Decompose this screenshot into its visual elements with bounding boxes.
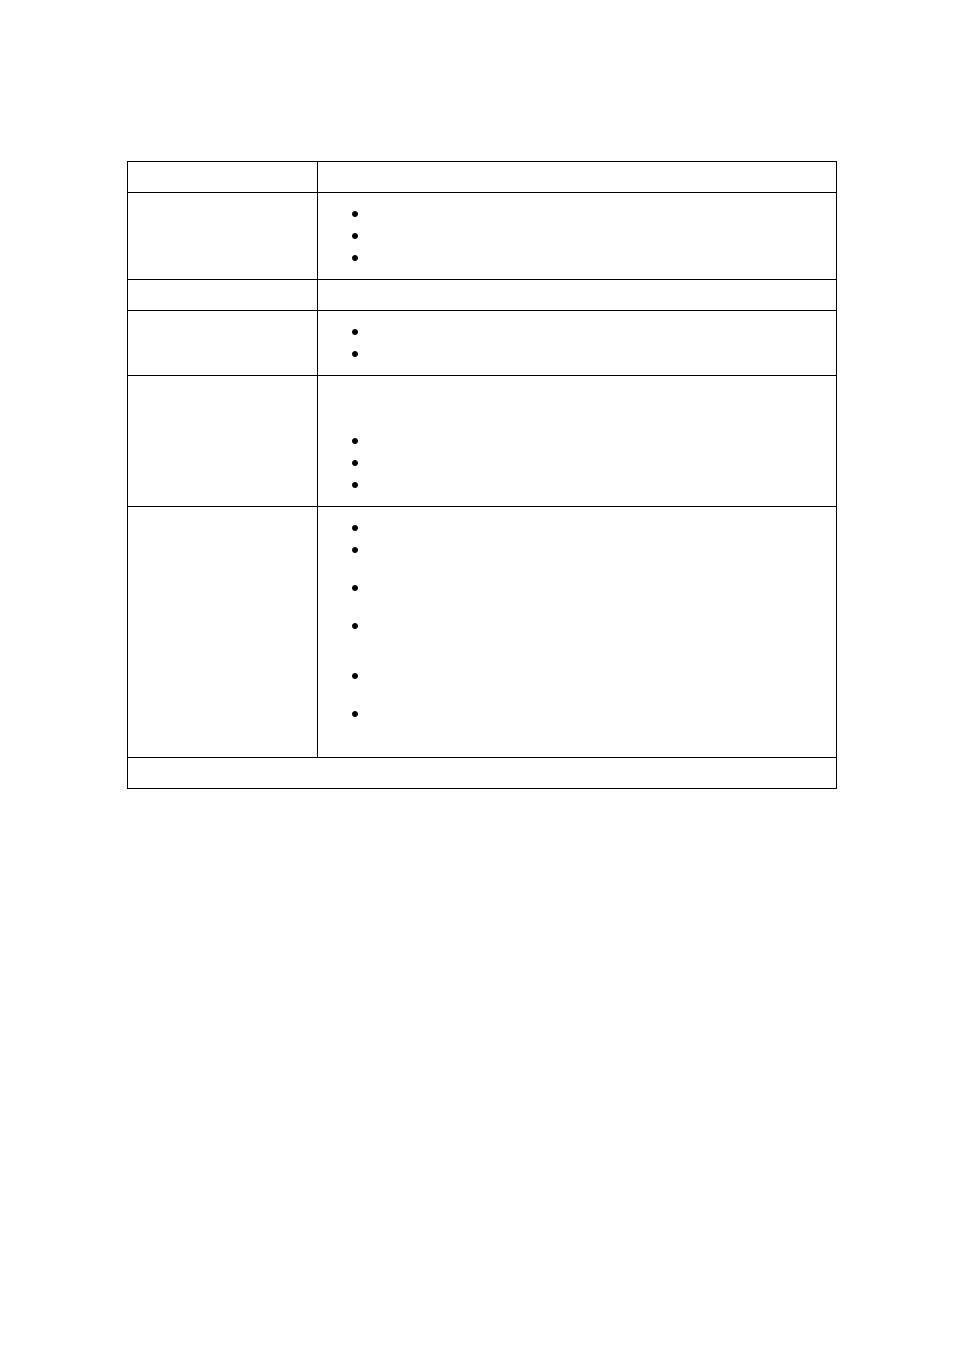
table-cell-right — [318, 193, 836, 279]
table-row — [128, 758, 836, 789]
list-item — [368, 665, 826, 687]
table-cell-right — [318, 162, 836, 192]
bullet-list — [348, 203, 826, 269]
table-cell-right — [318, 311, 836, 375]
list-item — [368, 517, 826, 539]
table-cell-left — [128, 376, 318, 506]
list-item — [368, 474, 826, 496]
list-item — [368, 539, 826, 561]
bullet-list — [348, 517, 826, 725]
list-item — [368, 452, 826, 474]
bullet-list — [348, 430, 826, 496]
table-cell-right — [318, 507, 836, 757]
table-cell-left — [128, 280, 318, 310]
table-row — [128, 280, 836, 311]
list-item — [368, 343, 826, 365]
table-cell-left — [128, 193, 318, 279]
table-cell-left — [128, 507, 318, 757]
table-cell-full — [128, 758, 836, 788]
document-table — [127, 161, 837, 789]
list-item — [368, 430, 826, 452]
table-row — [128, 376, 836, 507]
list-item — [368, 203, 826, 225]
list-item — [368, 225, 826, 247]
table-row — [128, 193, 836, 280]
bullet-list — [348, 321, 826, 365]
list-item — [368, 615, 826, 637]
table-cell-left — [128, 311, 318, 375]
list-item — [368, 703, 826, 725]
table-row — [128, 311, 836, 376]
list-item — [368, 321, 826, 343]
table-cell-right — [318, 280, 836, 310]
list-item — [368, 247, 826, 269]
list-item — [368, 577, 826, 599]
table-row — [128, 162, 836, 193]
table-row — [128, 507, 836, 758]
table-cell-left — [128, 162, 318, 192]
table-cell-right — [318, 376, 836, 506]
